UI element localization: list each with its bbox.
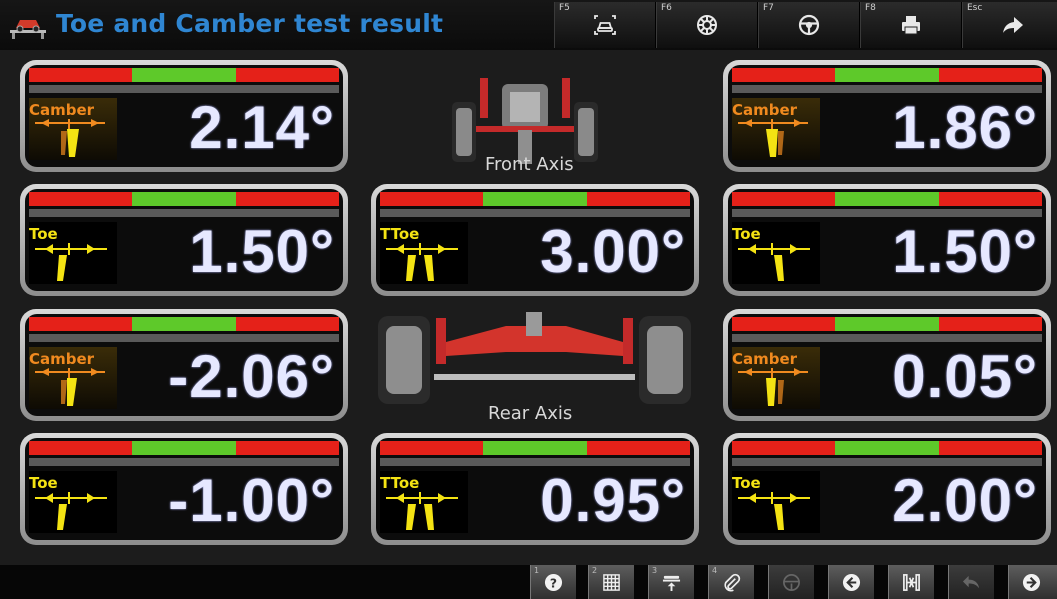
page-title: Toe and Camber test result (56, 9, 444, 38)
front-left-camber-gauge: Camber 2.14° (20, 60, 348, 172)
grid-view-button[interactable]: 2 (588, 565, 634, 599)
tolerance-bar (380, 441, 690, 455)
gauge-value: 3.00° (540, 218, 686, 285)
gauge-label: Camber (732, 101, 798, 119)
lift-icon (662, 575, 681, 592)
title-bar: Toe and Camber test result F5 F6 F7 F8 E… (0, 0, 1057, 50)
next-button[interactable] (1008, 565, 1057, 599)
rear-axis-label: Rear Axis (488, 403, 573, 424)
attachment-button[interactable]: 4 (708, 565, 754, 599)
gauge-label: TToe (380, 474, 420, 492)
toe-icon (738, 243, 810, 281)
wheel-icon (697, 15, 717, 35)
front-left-toe-gauge: Toe 1.50° (20, 184, 348, 296)
help-icon: ? (544, 573, 563, 592)
key-label: F7 (763, 3, 774, 13)
undo-button[interactable] (948, 565, 994, 599)
gauge-value: 0.05° (892, 343, 1038, 410)
lift-button[interactable]: 3 (648, 565, 694, 599)
gauge-value: 2.14° (189, 94, 335, 161)
tolerance-bar (732, 317, 1042, 331)
gauge-value: -2.06° (168, 343, 335, 410)
gauge-label: Toe (29, 225, 58, 243)
tolerance-bar (29, 317, 339, 331)
gauge-value: 1.86° (892, 94, 1038, 161)
axle-adjust-button[interactable] (888, 565, 934, 599)
gauge-value: 1.50° (892, 218, 1038, 285)
svg-text:?: ? (550, 576, 557, 590)
toe-icon (738, 492, 810, 530)
tolerance-bar (732, 441, 1042, 455)
rear-left-toe-gauge: Toe -1.00° (20, 433, 348, 545)
f8-print-button[interactable]: F8 (860, 2, 962, 48)
gauge-label: Camber (29, 350, 95, 368)
gauge-label: Toe (29, 474, 58, 492)
gauge-value: 0.95° (540, 467, 686, 534)
camber-icon (738, 368, 808, 406)
camber-icon (35, 368, 105, 406)
tolerance-bar (380, 192, 690, 206)
tolerance-bar (29, 441, 339, 455)
f7-steering-button[interactable]: F7 (758, 2, 860, 48)
rear-axle-image (378, 312, 691, 404)
gauge-label: Camber (732, 350, 798, 368)
gauge-label: Toe (732, 225, 761, 243)
gauge-value: 2.00° (892, 467, 1038, 534)
esc-exit-button[interactable]: Esc (962, 2, 1057, 48)
button-number: 3 (652, 566, 658, 575)
front-right-toe-gauge: Toe 1.50° (723, 184, 1051, 296)
rear-total-toe-gauge: TToe 0.95° (371, 433, 699, 545)
undo-icon (962, 575, 980, 589)
tolerance-bar (732, 68, 1042, 82)
front-right-camber-gauge: Camber 1.86° (723, 60, 1051, 172)
button-number: 2 (592, 566, 598, 575)
car-lift-icon (10, 20, 46, 39)
steering-disabled-icon (783, 574, 800, 591)
key-label: F8 (865, 3, 876, 13)
button-number: 4 (712, 566, 718, 575)
camber-icon (738, 119, 808, 157)
back-button[interactable] (828, 565, 874, 599)
steering-button[interactable] (768, 565, 814, 599)
front-total-toe-gauge: TToe 3.00° (371, 184, 699, 296)
button-number: 1 (534, 566, 540, 575)
rear-right-toe-gauge: Toe 2.00° (723, 433, 1051, 545)
attachment-icon (724, 573, 741, 592)
toe-icon (35, 243, 107, 281)
rear-right-camber-gauge: Camber 0.05° (723, 309, 1051, 421)
axle-adjust-icon (903, 574, 920, 591)
gauge-label: Camber (29, 101, 95, 119)
f5-vehicle-button[interactable]: F5 (554, 2, 656, 48)
tolerance-bar (732, 192, 1042, 206)
gauge-label: TToe (380, 225, 420, 243)
steering-wheel-icon (798, 14, 820, 36)
gauge-value: 1.50° (189, 218, 335, 285)
key-label: F6 (661, 3, 672, 13)
forward-arrow-icon (1003, 17, 1023, 33)
gauge-value: -1.00° (168, 467, 335, 534)
next-arrow-icon (1022, 573, 1041, 592)
printer-icon (902, 16, 920, 35)
help-button[interactable]: 1 ? (530, 565, 576, 599)
total-toe-icon (386, 492, 458, 530)
camber-icon (35, 119, 105, 157)
gauge-label: Toe (732, 474, 761, 492)
tolerance-bar (29, 192, 339, 206)
front-axis-label: Front Axis (485, 154, 574, 175)
key-label: Esc (967, 3, 983, 13)
key-label: F5 (559, 3, 570, 13)
total-toe-icon (386, 243, 458, 281)
grid-icon (603, 574, 620, 591)
front-axle-image (452, 78, 598, 164)
tolerance-bar (29, 68, 339, 82)
f6-wheel-button[interactable]: F6 (656, 2, 758, 48)
toe-icon (35, 492, 107, 530)
back-arrow-icon (842, 573, 861, 592)
rear-left-camber-gauge: Camber -2.06° (20, 309, 348, 421)
vehicle-scan-icon (594, 15, 616, 35)
